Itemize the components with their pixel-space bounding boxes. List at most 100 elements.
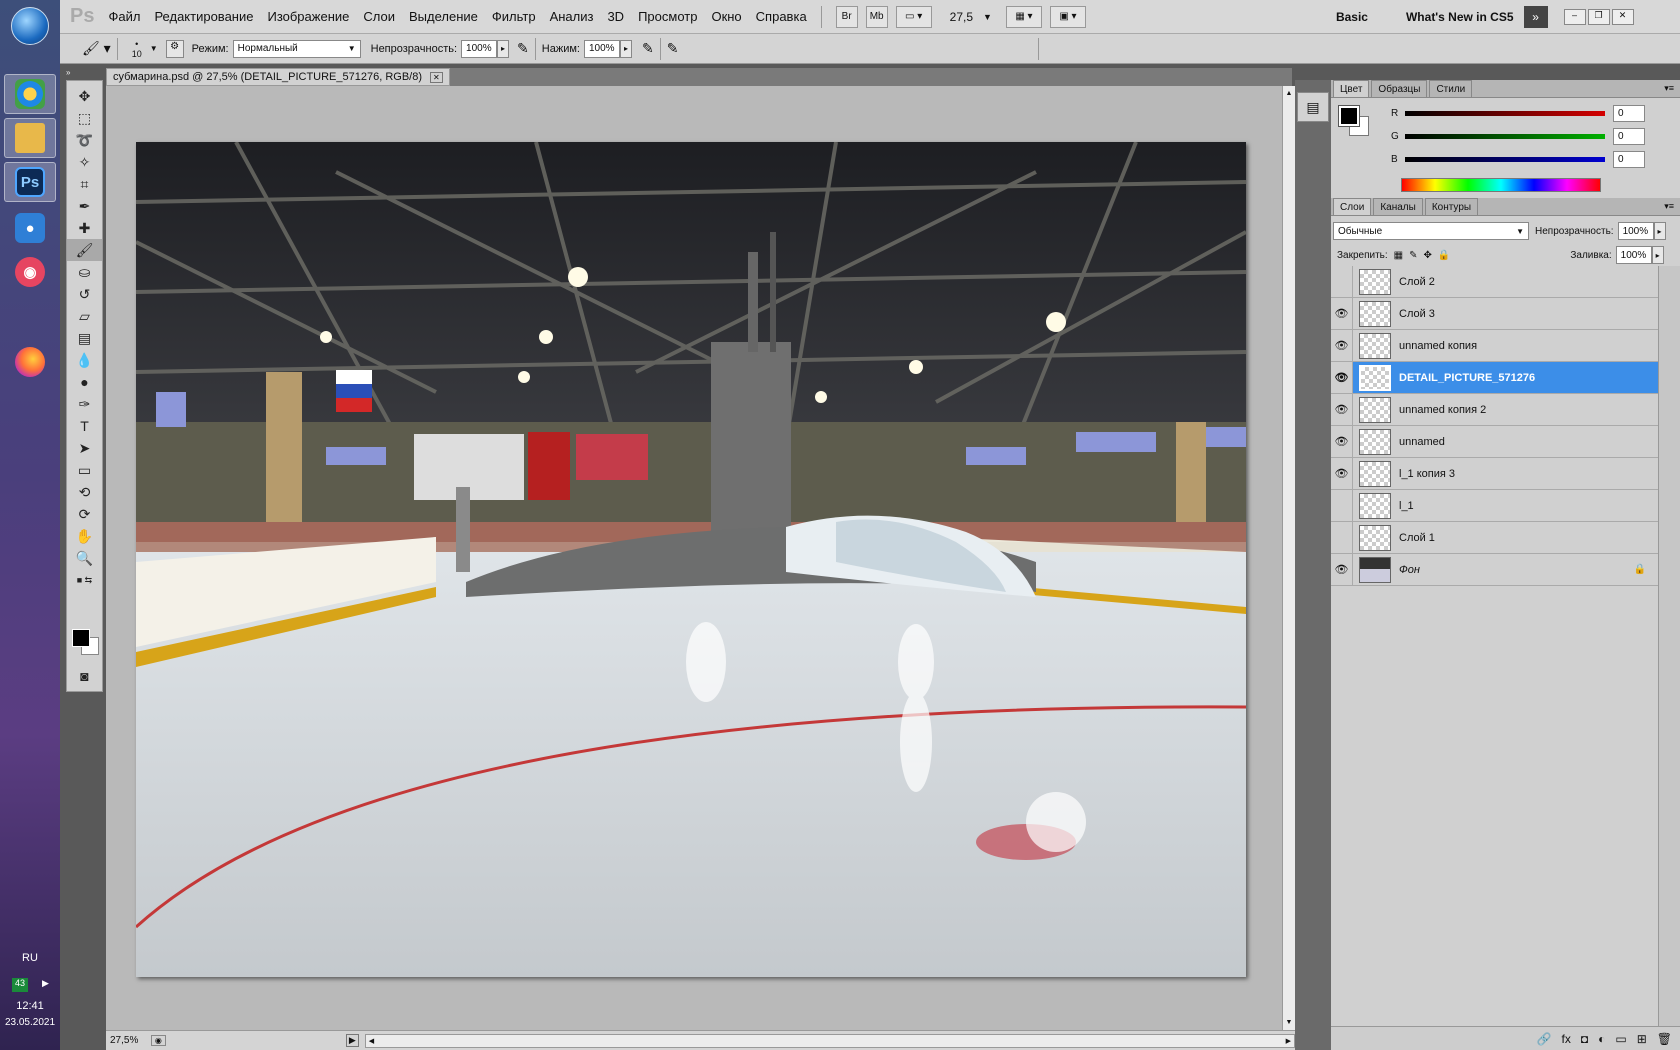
layer-opacity-slider-button[interactable]: ▸ (1653, 222, 1666, 240)
pen-tool-icon[interactable]: ✑ (67, 393, 102, 415)
layer-row[interactable]: l_1 (1331, 490, 1658, 522)
arrange-documents-button[interactable]: ▦ ▾ (1005, 5, 1042, 28)
taskbar-photoshop[interactable]: Ps (4, 162, 56, 202)
layer-row[interactable]: 👁 unnamed копия 2 (1331, 394, 1658, 426)
airbrush-icon[interactable]: ✎ (642, 40, 654, 57)
pressure-size-icon[interactable]: ✎ (667, 40, 679, 57)
start-button[interactable] (4, 6, 56, 46)
tab-swatches[interactable]: Образцы (1371, 80, 1428, 97)
eraser-tool-icon[interactable]: ▱ (67, 305, 102, 327)
layer-name[interactable]: l_1 копия 3 (1399, 468, 1455, 480)
green-value-input[interactable]: 0 (1613, 127, 1645, 145)
visibility-toggle[interactable] (1331, 490, 1353, 521)
fill-input[interactable]: 100% (1615, 246, 1652, 264)
status-menu-arrow[interactable]: ▶ (345, 1034, 359, 1047)
layer-row[interactable]: 👁 unnamed (1331, 426, 1658, 458)
tab-paths[interactable]: Контуры (1424, 198, 1479, 215)
foreground-color-swatch[interactable] (72, 629, 90, 647)
pressure-opacity-icon[interactable]: ✎ (517, 40, 529, 57)
tab-channels[interactable]: Каналы (1373, 198, 1423, 215)
layer-name[interactable]: Фон (1399, 564, 1420, 576)
blue-slider[interactable]: B 0 (1391, 150, 1645, 168)
document-image[interactable] (136, 142, 1246, 977)
clone-stamp-tool-icon[interactable]: ⛀ (67, 261, 102, 283)
eye-icon[interactable]: 👁 (1331, 330, 1353, 361)
layer-row[interactable]: 👁 unnamed копия (1331, 330, 1658, 362)
layer-name[interactable]: Слой 1 (1399, 532, 1435, 544)
notification-badge[interactable]: 43 (12, 978, 28, 992)
layer-name[interactable]: unnamed копия (1399, 340, 1477, 352)
menu-layers[interactable]: Слои (363, 9, 395, 24)
visibility-toggle[interactable] (1331, 522, 1353, 553)
3d-rotate-tool-icon[interactable]: ⟲ (67, 481, 102, 503)
view-extras-button[interactable]: ▭ ▾ (895, 5, 932, 28)
eye-icon[interactable]: 👁 (1331, 554, 1353, 585)
language-indicator[interactable]: RU (0, 952, 60, 964)
taskbar-browser[interactable] (4, 74, 56, 114)
menu-file[interactable]: Файл (108, 9, 140, 24)
taskbar-camera[interactable]: ● (4, 208, 56, 248)
eye-icon[interactable]: 👁 (1331, 362, 1353, 393)
layer-row-selected[interactable]: 👁 DETAIL_PICTURE_571276 (1331, 362, 1658, 394)
workspace-basic[interactable]: Basic (1336, 10, 1368, 24)
lock-position-icon[interactable]: ✥ (1424, 250, 1432, 261)
lock-pixels-icon[interactable]: ✎ (1409, 250, 1417, 261)
close-button[interactable]: ✕ (1611, 8, 1634, 25)
layer-row[interactable]: 👁 Фон 🔒 (1331, 554, 1658, 586)
document-tab[interactable]: субмарина.psd @ 27,5% (DETAIL_PICTURE_57… (106, 68, 450, 86)
menu-select[interactable]: Выделение (409, 9, 478, 24)
tab-color[interactable]: Цвет (1333, 80, 1370, 97)
new-group-icon[interactable]: ▭ (1615, 1032, 1626, 1046)
menu-window[interactable]: Окно (711, 9, 741, 24)
layer-name[interactable]: Слой 2 (1399, 276, 1435, 288)
menu-view[interactable]: Просмотр (638, 9, 697, 24)
eye-icon[interactable]: 👁 (1331, 426, 1353, 457)
layer-name[interactable]: l_1 (1399, 500, 1414, 512)
opacity-input[interactable]: 100% (461, 39, 498, 58)
more-workspaces-button[interactable]: » (1523, 5, 1548, 28)
scroll-up-arrow[interactable]: ▲ (1283, 90, 1295, 97)
layer-row[interactable]: Слой 2 (1331, 266, 1658, 298)
zoom-level-select[interactable]: 27,5 (950, 10, 973, 24)
panel-menu-icon[interactable]: ▾≡ (1664, 201, 1674, 212)
brush-size-picker[interactable]: • 10 (132, 39, 142, 59)
horizontal-scrollbar[interactable]: ◀ ▶ (364, 1033, 1295, 1048)
fill-slider-button[interactable]: ▸ (1651, 246, 1664, 264)
lasso-tool-icon[interactable]: ➰ (67, 129, 102, 151)
close-tab-icon[interactable]: ✕ (430, 71, 443, 83)
delete-layer-icon[interactable]: 🗑 (1657, 1032, 1672, 1046)
opacity-slider-button[interactable]: ▸ (497, 39, 510, 58)
red-value-input[interactable]: 0 (1613, 104, 1645, 122)
healing-brush-tool-icon[interactable]: ✚ (67, 217, 102, 239)
scroll-right-arrow[interactable]: ▶ (1286, 1037, 1291, 1045)
menu-filter[interactable]: Фильтр (492, 9, 536, 24)
workspace-whats-new[interactable]: What's New in CS5 (1406, 10, 1514, 24)
crop-tool-icon[interactable]: ⌗ (67, 173, 102, 195)
layer-name[interactable]: unnamed (1399, 436, 1445, 448)
blue-value-input[interactable]: 0 (1613, 150, 1645, 168)
panel-menu-icon[interactable]: ▾≡ (1664, 83, 1674, 94)
flow-slider-button[interactable]: ▸ (619, 39, 632, 58)
history-brush-tool-icon[interactable]: ↺ (67, 283, 102, 305)
lock-transparency-icon[interactable]: ▦ (1394, 250, 1403, 261)
eye-icon[interactable]: 👁 (1331, 458, 1353, 489)
scroll-down-arrow[interactable]: ▼ (1283, 1019, 1295, 1026)
menu-3d[interactable]: 3D (607, 9, 624, 24)
mode-select[interactable]: Нормальный ▼ (232, 39, 361, 58)
brush-panel-toggle[interactable]: ⚙ (165, 39, 184, 58)
move-tool-icon[interactable]: ✥ (67, 85, 102, 107)
tab-styles[interactable]: Стили (1429, 80, 1473, 97)
taskbar-file-explorer[interactable] (4, 118, 56, 158)
layer-name[interactable]: unnamed копия 2 (1399, 404, 1486, 416)
maximize-button[interactable]: ❐ (1587, 8, 1610, 25)
add-mask-icon[interactable]: ◘ (1581, 1032, 1588, 1046)
tray-expand-icon[interactable]: ▶ (42, 978, 49, 989)
color-spectrum-bar[interactable] (1401, 178, 1601, 192)
scroll-left-arrow[interactable]: ◀ (369, 1037, 374, 1045)
quick-selection-tool-icon[interactable]: ✧ (67, 151, 102, 173)
menu-image[interactable]: Изображение (267, 9, 349, 24)
flow-input[interactable]: 100% (583, 39, 620, 58)
red-slider[interactable]: R 0 (1391, 104, 1645, 122)
history-panel-icon[interactable]: ▤ (1297, 92, 1329, 122)
quick-mask-icon[interactable]: ◙ (67, 665, 102, 687)
